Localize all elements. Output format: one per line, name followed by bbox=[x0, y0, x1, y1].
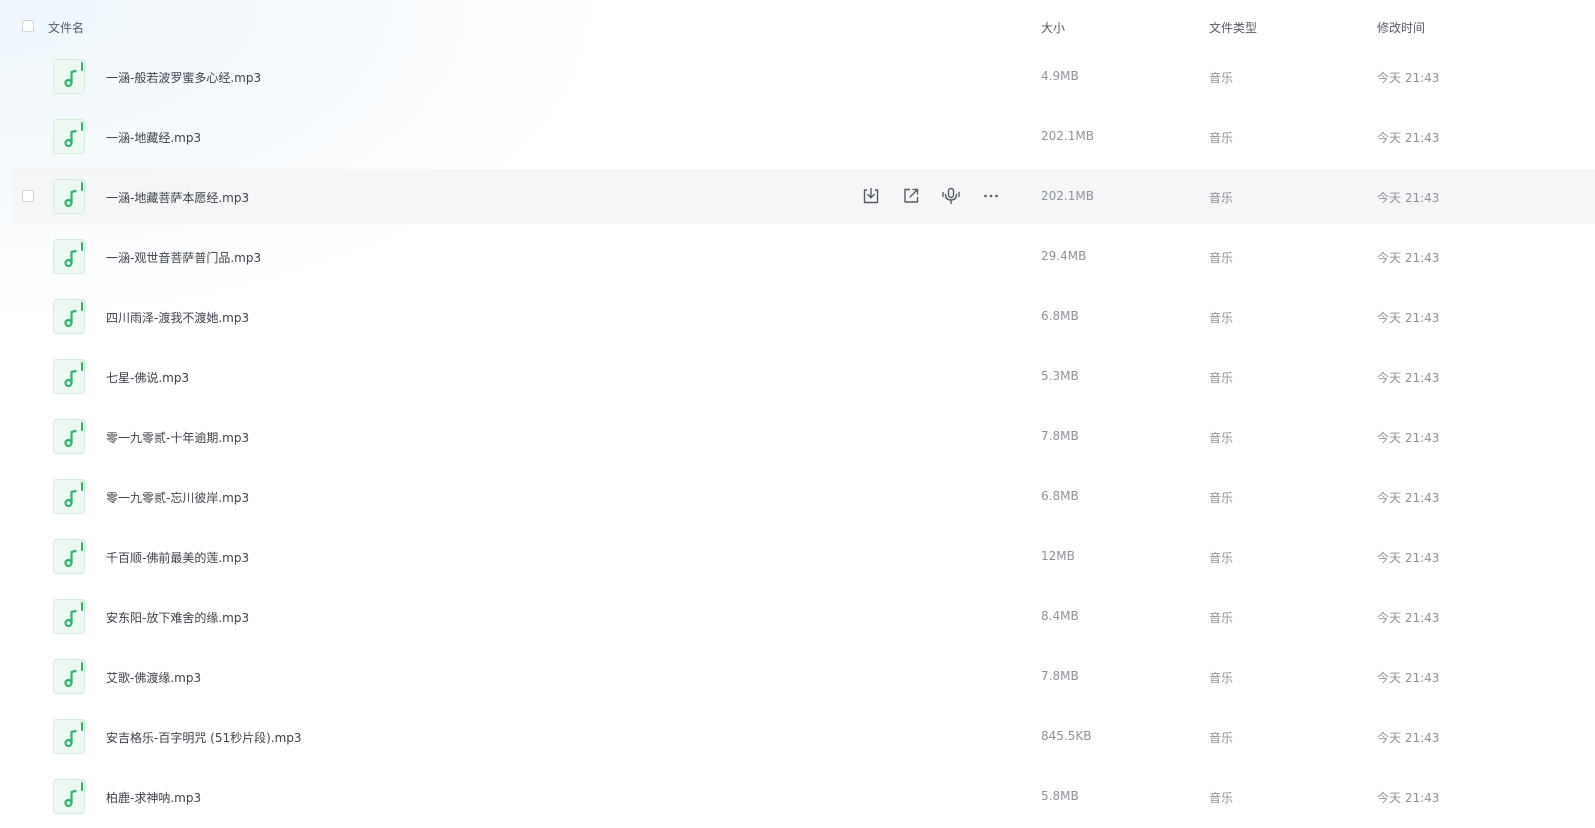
music-file-icon bbox=[53, 59, 86, 94]
column-header-name[interactable]: 文件名 bbox=[48, 19, 84, 36]
file-type: 音乐 bbox=[1209, 371, 1234, 385]
file-row[interactable]: 一涵-地藏菩萨本愿经.mp3 202.1MB 音乐 今天 21:43 bbox=[0, 168, 1595, 228]
file-modified-time: 今天 21:43 bbox=[1377, 191, 1440, 205]
file-name[interactable]: 一涵-观世音菩萨普门品.mp3 bbox=[106, 249, 261, 266]
file-name[interactable]: 七星-佛说.mp3 bbox=[106, 369, 189, 386]
select-all-checkbox[interactable] bbox=[22, 20, 34, 32]
file-type: 音乐 bbox=[1209, 611, 1234, 625]
file-size: 7.8MB bbox=[1041, 429, 1079, 443]
file-size: 12MB bbox=[1041, 549, 1075, 563]
row-checkbox[interactable] bbox=[22, 190, 34, 202]
file-type: 音乐 bbox=[1209, 791, 1234, 805]
file-modified-time: 今天 21:43 bbox=[1377, 791, 1440, 805]
file-row[interactable]: 一涵-般若波罗蜜多心经.mp3 4.9MB 音乐 今天 21:43 bbox=[0, 48, 1595, 108]
file-list: 一涵-般若波罗蜜多心经.mp3 4.9MB 音乐 今天 21:43 一涵-地藏经… bbox=[0, 48, 1595, 828]
music-file-icon bbox=[53, 359, 86, 394]
file-type: 音乐 bbox=[1209, 551, 1234, 565]
music-file-icon bbox=[53, 179, 86, 214]
file-modified-time: 今天 21:43 bbox=[1377, 491, 1440, 505]
file-list-header: 文件名 大小 文件类型 修改时间 bbox=[0, 0, 1595, 52]
share-icon[interactable] bbox=[900, 185, 922, 207]
file-row[interactable]: 一涵-地藏经.mp3 202.1MB 音乐 今天 21:43 bbox=[0, 108, 1595, 168]
file-size: 5.3MB bbox=[1041, 369, 1079, 383]
file-modified-time: 今天 21:43 bbox=[1377, 71, 1440, 85]
file-modified-time: 今天 21:43 bbox=[1377, 311, 1440, 325]
file-modified-time: 今天 21:43 bbox=[1377, 371, 1440, 385]
file-size: 6.8MB bbox=[1041, 309, 1079, 323]
file-modified-time: 今天 21:43 bbox=[1377, 431, 1440, 445]
file-name[interactable]: 一涵-地藏菩萨本愿经.mp3 bbox=[106, 189, 249, 206]
file-size: 5.8MB bbox=[1041, 789, 1079, 803]
file-type: 音乐 bbox=[1209, 191, 1234, 205]
file-row[interactable]: 七星-佛说.mp3 5.3MB 音乐 今天 21:43 bbox=[0, 348, 1595, 408]
file-type: 音乐 bbox=[1209, 251, 1234, 265]
file-row[interactable]: 一涵-观世音菩萨普门品.mp3 29.4MB 音乐 今天 21:43 bbox=[0, 228, 1595, 288]
file-name[interactable]: 千百顺-佛前最美的莲.mp3 bbox=[106, 549, 249, 566]
music-file-icon bbox=[53, 239, 86, 274]
file-name[interactable]: 零一九零贰-十年逾期.mp3 bbox=[106, 429, 249, 446]
column-header-time[interactable]: 修改时间 bbox=[1377, 19, 1425, 36]
file-size: 6.8MB bbox=[1041, 489, 1079, 503]
music-file-icon bbox=[53, 719, 86, 754]
file-type: 音乐 bbox=[1209, 731, 1234, 745]
music-file-icon bbox=[53, 599, 86, 634]
file-type: 音乐 bbox=[1209, 71, 1234, 85]
file-size: 29.4MB bbox=[1041, 249, 1087, 263]
file-name[interactable]: 安吉格乐-百字明咒 (51秒片段).mp3 bbox=[106, 729, 302, 746]
file-name[interactable]: 四川雨泽-渡我不渡她.mp3 bbox=[106, 309, 249, 326]
column-header-type[interactable]: 文件类型 bbox=[1209, 19, 1257, 36]
file-modified-time: 今天 21:43 bbox=[1377, 551, 1440, 565]
file-modified-time: 今天 21:43 bbox=[1377, 671, 1440, 685]
voice-icon[interactable] bbox=[940, 185, 962, 207]
music-file-icon bbox=[53, 659, 86, 694]
file-type: 音乐 bbox=[1209, 311, 1234, 325]
file-row[interactable]: 安吉格乐-百字明咒 (51秒片段).mp3 845.5KB 音乐 今天 21:4… bbox=[0, 708, 1595, 768]
music-file-icon bbox=[53, 299, 86, 334]
file-name[interactable]: 安东阳-放下难舍的缘.mp3 bbox=[106, 609, 249, 626]
file-row[interactable]: 零一九零贰-忘川彼岸.mp3 6.8MB 音乐 今天 21:43 bbox=[0, 468, 1595, 528]
file-name[interactable]: 艾歌-佛渡缘.mp3 bbox=[106, 669, 201, 686]
file-size: 202.1MB bbox=[1041, 129, 1094, 143]
file-modified-time: 今天 21:43 bbox=[1377, 251, 1440, 265]
file-name[interactable]: 一涵-般若波罗蜜多心经.mp3 bbox=[106, 69, 261, 86]
file-row[interactable]: 零一九零贰-十年逾期.mp3 7.8MB 音乐 今天 21:43 bbox=[0, 408, 1595, 468]
file-row[interactable]: 千百顺-佛前最美的莲.mp3 12MB 音乐 今天 21:43 bbox=[0, 528, 1595, 588]
music-file-icon bbox=[53, 419, 86, 454]
file-row[interactable]: 四川雨泽-渡我不渡她.mp3 6.8MB 音乐 今天 21:43 bbox=[0, 288, 1595, 348]
file-size: 8.4MB bbox=[1041, 609, 1079, 623]
music-file-icon bbox=[53, 119, 86, 154]
file-name[interactable]: 柏鹿-求神呐.mp3 bbox=[106, 789, 201, 806]
file-row[interactable]: 艾歌-佛渡缘.mp3 7.8MB 音乐 今天 21:43 bbox=[0, 648, 1595, 708]
file-modified-time: 今天 21:43 bbox=[1377, 611, 1440, 625]
file-modified-time: 今天 21:43 bbox=[1377, 731, 1440, 745]
file-size: 202.1MB bbox=[1041, 189, 1094, 203]
file-type: 音乐 bbox=[1209, 131, 1234, 145]
download-icon[interactable] bbox=[860, 185, 882, 207]
file-size: 7.8MB bbox=[1041, 669, 1079, 683]
music-file-icon bbox=[53, 539, 86, 574]
column-header-size[interactable]: 大小 bbox=[1041, 19, 1065, 36]
file-size: 4.9MB bbox=[1041, 69, 1079, 83]
file-name[interactable]: 零一九零贰-忘川彼岸.mp3 bbox=[106, 489, 249, 506]
music-file-icon bbox=[53, 779, 86, 814]
file-modified-time: 今天 21:43 bbox=[1377, 131, 1440, 145]
file-name[interactable]: 一涵-地藏经.mp3 bbox=[106, 129, 201, 146]
file-row[interactable]: 柏鹿-求神呐.mp3 5.8MB 音乐 今天 21:43 bbox=[0, 768, 1595, 828]
file-type: 音乐 bbox=[1209, 491, 1234, 505]
file-type: 音乐 bbox=[1209, 671, 1234, 685]
file-size: 845.5KB bbox=[1041, 729, 1092, 743]
music-file-icon bbox=[53, 479, 86, 514]
file-type: 音乐 bbox=[1209, 431, 1234, 445]
more-icon[interactable] bbox=[980, 185, 1002, 207]
file-row[interactable]: 安东阳-放下难舍的缘.mp3 8.4MB 音乐 今天 21:43 bbox=[0, 588, 1595, 648]
